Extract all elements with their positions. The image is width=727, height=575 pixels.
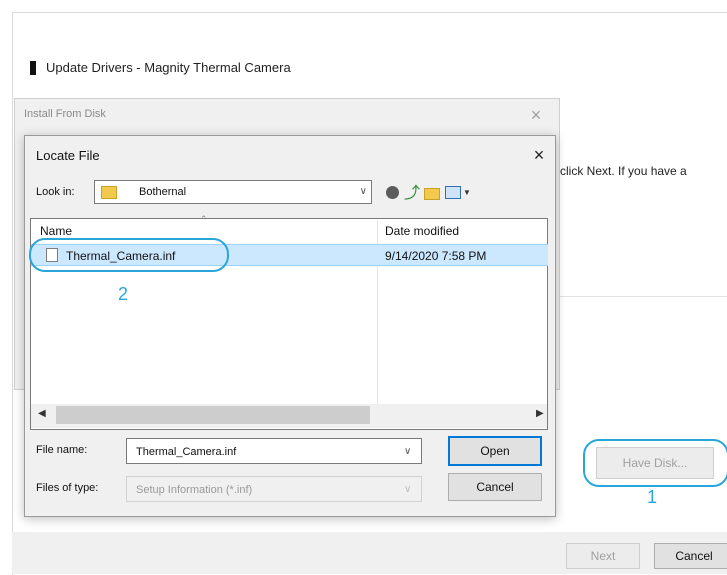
look-in-label: Look in: bbox=[36, 186, 75, 198]
scroll-left-icon[interactable]: ◀ bbox=[38, 408, 46, 419]
device-icon bbox=[30, 60, 36, 75]
files-of-type-value: Setup Information (*.inf) bbox=[136, 484, 253, 496]
next-button[interactable]: Next bbox=[566, 543, 640, 569]
open-button[interactable]: Open bbox=[448, 436, 542, 466]
locate-file-title: Locate File bbox=[36, 148, 100, 163]
update-drivers-title-text: Update Drivers - Magnity Thermal Camera bbox=[46, 60, 291, 75]
up-folder-icon[interactable]: ⤴ bbox=[404, 183, 420, 202]
file-name-input-value[interactable]: Thermal_Camera.inf bbox=[136, 446, 236, 458]
close-icon[interactable]: × bbox=[528, 144, 550, 166]
chevron-down-icon[interactable]: ∨ bbox=[360, 186, 367, 197]
folder-icon bbox=[101, 185, 117, 199]
scroll-right-icon[interactable]: ▶ bbox=[536, 408, 544, 419]
divider bbox=[548, 296, 727, 297]
install-from-disk-title: Install From Disk bbox=[24, 108, 106, 120]
file-name-label: File name: bbox=[36, 444, 88, 456]
new-folder-icon[interactable] bbox=[424, 186, 440, 202]
column-header-date-modified[interactable]: Date modified bbox=[385, 224, 459, 238]
annotation-ring-have-disk bbox=[583, 439, 727, 487]
locate-cancel-button[interactable]: Cancel bbox=[448, 473, 542, 501]
annotation-step-2: 2 bbox=[118, 284, 129, 304]
chevron-down-icon: ∨ bbox=[404, 484, 412, 495]
instruction-text: n click Next. If you have a bbox=[550, 164, 687, 178]
cancel-button[interactable]: Cancel bbox=[654, 543, 727, 569]
update-drivers-title: Update Drivers - Magnity Thermal Camera bbox=[30, 60, 291, 75]
annotation-ring-file bbox=[29, 238, 229, 272]
files-of-type-label: Files of type: bbox=[36, 482, 99, 494]
chevron-down-icon[interactable]: ∨ bbox=[404, 446, 411, 457]
look-in-dropdown[interactable]: Bothernal ∨ bbox=[94, 180, 372, 204]
view-menu-icon[interactable]: ▼ bbox=[445, 184, 471, 200]
look-in-value: Bothernal bbox=[139, 186, 187, 198]
file-date-cell: 9/14/2020 7:58 PM bbox=[385, 249, 487, 263]
sort-caret-icon: ⌃ bbox=[200, 214, 208, 224]
annotation-step-1: 1 bbox=[647, 487, 658, 507]
scrollbar-thumb[interactable] bbox=[56, 406, 370, 424]
back-icon[interactable] bbox=[384, 184, 400, 200]
column-header-name[interactable]: Name bbox=[40, 224, 72, 238]
close-icon[interactable]: × bbox=[525, 104, 547, 126]
